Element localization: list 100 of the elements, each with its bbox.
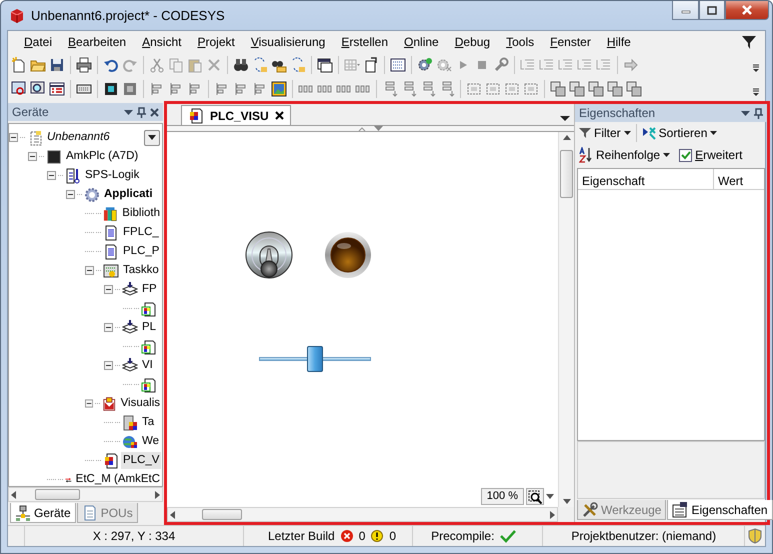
tree-item[interactable]: PLC_V [121,452,162,470]
binoculars-icon[interactable] [233,57,249,73]
menu-item[interactable]: Tools [498,33,542,51]
funnel-icon[interactable] [741,34,757,50]
film-icon[interactable] [103,81,119,97]
collapse-toggle[interactable] [9,133,18,142]
tree-item[interactable]: EtC_M (AmkEtC [74,470,162,486]
new-file-icon[interactable] [11,57,27,73]
menu-item[interactable]: Erstellen [333,33,396,51]
tree-item[interactable]: Biblioth [120,204,162,222]
layer-icon[interactable] [569,81,585,97]
dropdown-icon[interactable] [546,494,554,500]
windows-icon[interactable] [317,57,333,73]
menu-item[interactable]: Visualisierung [242,33,334,51]
layer-icon[interactable] [607,81,623,97]
save-icon[interactable] [49,57,65,73]
scroll-thumb[interactable] [202,509,242,520]
print-icon[interactable] [76,57,92,73]
panel-tab[interactable]: POUs [76,503,138,523]
horizontal-scrollbar[interactable] [8,487,163,502]
task-icon[interactable] [122,282,138,298]
menu-item[interactable]: Bearbeiten [60,33,134,51]
collapse-toggle[interactable] [104,323,113,332]
zoom-icon[interactable] [11,81,27,97]
layer-icon[interactable] [588,81,604,97]
tree-item[interactable]: Unbenannt6 [45,128,112,146]
scroll-left-icon[interactable] [170,510,175,518]
tree-item[interactable]: FPLC_ [121,224,161,242]
replace-icon[interactable] [252,57,268,73]
image-icon[interactable] [271,81,287,97]
gear-icon[interactable] [417,57,433,73]
tree-item[interactable]: PL [140,318,158,336]
filter-button[interactable]: Filter [579,124,631,142]
column-header[interactable]: Eigenschaft [578,169,714,189]
minimize-button[interactable] [672,1,699,20]
wrench-icon[interactable] [493,57,509,73]
tree-item[interactable]: Ta [140,414,156,432]
extended-checkbox[interactable]: Erweitert [679,146,742,164]
close-button[interactable] [725,1,769,20]
maximize-button[interactable] [699,1,725,20]
collapse-toggle[interactable] [66,190,75,199]
order-button[interactable]: Reihenfolge [579,146,670,164]
close-icon[interactable] [274,111,284,120]
pin-icon[interactable] [754,108,763,118]
tree-item[interactable]: FP [140,280,159,298]
menu-item[interactable]: Ansicht [134,33,190,51]
tree-item[interactable]: AmkPlc (A7D) [64,148,140,166]
slider[interactable] [259,346,371,372]
menu-item[interactable]: Datei [16,33,60,51]
document-icon[interactable] [103,224,119,240]
visualization-icon[interactable] [141,376,157,392]
close-icon[interactable] [150,108,159,116]
vertical-scrollbar[interactable] [558,132,574,507]
menu-item[interactable]: Projekt [189,33,243,51]
scroll-thumb[interactable] [560,150,573,198]
collapse-toggle[interactable] [104,285,113,294]
tree-item[interactable]: Visualis [118,394,162,412]
editor-tab[interactable]: PLC_VISU [181,105,291,125]
collapse-toggle[interactable] [47,171,56,180]
collapse-toggle[interactable] [28,152,37,161]
size-icon[interactable] [523,81,539,97]
slider-thumb[interactable] [307,346,323,372]
visualization-icon[interactable] [141,338,157,354]
target-visualization-icon[interactable] [122,414,138,430]
column-header[interactable]: Wert [714,169,748,189]
visualization-icon[interactable] [103,452,119,468]
pin-icon[interactable] [137,106,146,118]
dropdown-button[interactable] [144,130,160,146]
scroll-right-icon[interactable] [155,490,160,498]
panel-tab[interactable]: Werkzeuge [577,500,666,520]
tree-item[interactable]: We [140,432,162,450]
tree-item[interactable]: VI [140,356,155,374]
zoom-button[interactable] [526,488,544,505]
layer-icon[interactable] [626,81,642,97]
dropdown-icon[interactable] [741,110,750,116]
panel-tab[interactable]: Eigenschaften [667,500,773,520]
collapse-toggle[interactable] [104,361,113,370]
plc-logic-icon[interactable] [65,168,81,184]
task-config-icon[interactable] [103,262,119,278]
tree-item[interactable]: Taskko [121,262,161,280]
scroll-up-icon[interactable] [562,135,570,140]
menu-item[interactable]: Online [396,33,447,51]
scroll-right-icon[interactable] [550,510,555,518]
build-icon[interactable] [390,57,406,73]
tree-item[interactable]: SPS-Logik [83,166,142,184]
scroll-thumb[interactable] [35,489,80,500]
collapse-toggle[interactable] [85,266,94,275]
menu-item[interactable]: Hilfe [598,33,639,51]
size-icon[interactable] [466,81,482,97]
gear-icon[interactable] [84,186,100,202]
dropdown-icon[interactable] [124,109,133,115]
scroll-left-icon[interactable] [11,490,16,498]
tree-item[interactable]: Applicati [102,186,155,204]
horizontal-scrollbar[interactable] [167,507,558,522]
task-icon[interactable] [122,358,138,374]
layer-icon[interactable] [550,81,566,97]
zoom-field[interactable]: 100 % [480,488,524,505]
globe-icon[interactable] [122,434,138,450]
scroll-down-icon[interactable] [562,499,570,504]
books-icon[interactable] [103,206,118,222]
